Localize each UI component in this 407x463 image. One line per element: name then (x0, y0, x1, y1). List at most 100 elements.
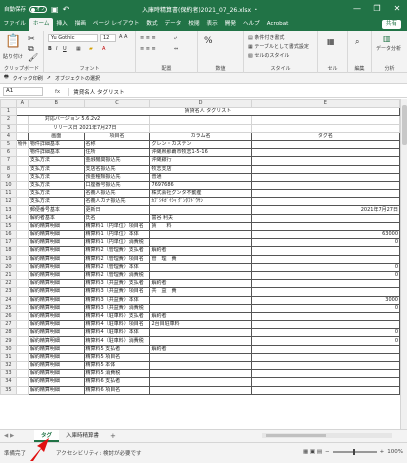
cell-item[interactable]: 精算料1（円単位）消費税 (83, 238, 151, 248)
row-header[interactable]: 2 (0, 115, 17, 125)
tab-help[interactable]: ヘルプ (239, 18, 263, 31)
cell-item[interactable]: 預金種類振込先 (83, 172, 151, 182)
cell-column[interactable]: 管 理 費 (149, 254, 252, 264)
row-header[interactable]: 3 (0, 123, 17, 133)
cell[interactable] (15, 246, 29, 256)
cell[interactable] (15, 164, 29, 174)
header-item[interactable]: 項目名 (83, 131, 151, 141)
row-header[interactable]: 13 (0, 205, 17, 215)
cell-screen[interactable]: 支払方法 (27, 180, 85, 191)
cursor-icon[interactable]: ➚ (47, 75, 51, 81)
tab-review[interactable]: 校閲 (185, 18, 203, 31)
cell[interactable] (15, 287, 29, 297)
cell[interactable] (15, 221, 29, 232)
cell-column[interactable]: 株式会社グンタ不動産 (149, 189, 252, 199)
cell-screen[interactable]: 解約精算明細 (27, 295, 85, 305)
cell-column[interactable] (149, 270, 252, 281)
merge-icon[interactable]: ⇔ (174, 46, 178, 52)
horizontal-scroll-thumb[interactable] (266, 434, 326, 437)
row-header[interactable]: 22 (0, 279, 17, 289)
undo-icon[interactable]: ↶ (63, 5, 70, 14)
fill-color-icon[interactable]: ▰ (89, 46, 93, 52)
save-icon[interactable]: ▣ (51, 5, 59, 14)
restore-button[interactable]: ❐ (367, 0, 387, 18)
cell-screen[interactable]: 物件詳細基本 (27, 148, 85, 158)
row-header[interactable]: 8 (0, 164, 17, 174)
cell-tag[interactable]: 3000 (250, 295, 400, 305)
cell-item[interactable]: 精算料3（共益費）支払者 (83, 279, 151, 289)
row-header[interactable]: 28 (0, 328, 17, 338)
cell-tag[interactable]: 0 (250, 238, 400, 248)
cell-item[interactable]: 氏名 (83, 213, 151, 223)
cell[interactable] (149, 123, 252, 133)
cell-screen[interactable]: 支払方法 (27, 189, 85, 199)
bold-icon[interactable]: B (48, 46, 52, 52)
cell-column[interactable] (149, 303, 252, 313)
row-header[interactable]: 16 (0, 229, 17, 240)
column-header-a[interactable]: A (15, 99, 29, 109)
cell-tag[interactable] (250, 246, 400, 256)
underline-icon[interactable]: U (63, 46, 67, 52)
cell-tag[interactable] (250, 189, 400, 199)
cell[interactable] (15, 360, 29, 371)
cell-tag[interactable]: 0 (250, 328, 400, 338)
cell-tag[interactable] (250, 311, 400, 322)
row-header[interactable]: 5 (0, 139, 17, 150)
sheet-tab-settlement[interactable]: 入庫時精算書 (59, 430, 106, 442)
cell-tag[interactable]: 0 (250, 336, 400, 346)
cell-screen[interactable]: 解約精算明細 (27, 279, 85, 289)
cell-column[interactable]: グレン・カステン (149, 139, 252, 150)
cell-column[interactable]: 解約者 (149, 344, 252, 354)
cell-column[interactable] (149, 377, 252, 387)
cell[interactable] (15, 213, 29, 223)
cell-item[interactable]: 精算料3（共益費）消費税 (83, 303, 151, 313)
cell-item[interactable]: 口座番号振込先 (83, 180, 151, 191)
select-all-corner[interactable] (0, 99, 17, 109)
cell-item[interactable]: 精算料4（駐車料）本体 (83, 328, 151, 338)
cell-column[interactable] (149, 385, 252, 395)
cell[interactable] (15, 336, 29, 346)
fx-icon[interactable]: fx (55, 89, 60, 95)
cell[interactable] (15, 115, 29, 125)
zoom-slider[interactable] (332, 449, 377, 455)
column-header-c[interactable]: C (83, 99, 151, 109)
cell-screen[interactable]: 解約精算明細 (27, 254, 85, 264)
cell-tag[interactable]: 0 (250, 303, 400, 313)
row-header[interactable]: 33 (0, 369, 17, 379)
cell-screen[interactable]: 支払方法 (27, 197, 85, 207)
row-header[interactable]: 12 (0, 197, 17, 207)
cell-item[interactable]: 精算料2（管理費）消費税 (83, 270, 151, 281)
cell-item[interactable]: 精算料5 項目名 (83, 352, 151, 363)
zoom-level[interactable]: 100% (387, 449, 403, 455)
autosave-toggle[interactable]: オフ (29, 5, 48, 13)
row-header[interactable]: 23 (0, 287, 17, 297)
cond-format-button[interactable]: ▤ 条件付き書式 (248, 34, 284, 41)
cell-style-button[interactable]: ▧ セルのスタイル (248, 52, 289, 59)
vertical-scroll-thumb[interactable] (402, 105, 407, 145)
cell-tag[interactable] (250, 385, 400, 395)
cell-tag[interactable] (250, 279, 400, 289)
cell-screen[interactable]: 解約精算明細 (27, 311, 85, 322)
cell[interactable] (15, 279, 29, 289)
cell[interactable] (15, 189, 29, 199)
cell-column[interactable]: 牧志支店 (149, 164, 252, 174)
cell[interactable] (15, 352, 29, 363)
cell-item[interactable]: 精算料2（管理費）本体 (83, 262, 151, 272)
cell[interactable] (15, 148, 29, 158)
cell-column[interactable] (149, 295, 252, 305)
cell-tag[interactable] (250, 139, 400, 150)
autosave-control[interactable]: 自動保存 オフ (4, 5, 48, 13)
cell[interactable] (15, 295, 29, 305)
row-header[interactable]: 29 (0, 336, 17, 346)
cell[interactable] (15, 270, 29, 281)
row-header[interactable]: 7 (0, 156, 17, 166)
cell[interactable] (15, 205, 29, 215)
cell-column[interactable]: 沖縄銀行 (149, 156, 252, 166)
cell-screen[interactable]: 解約精算明細 (27, 270, 85, 281)
cell-item[interactable]: 名称 (83, 139, 151, 150)
cell-column[interactable] (149, 328, 252, 338)
select-object-button[interactable]: オブジェクトの選択 (55, 75, 100, 82)
cell-screen[interactable]: 解約精算明細 (27, 352, 85, 363)
cell-item[interactable]: 精算料6 支払者 (83, 377, 151, 387)
borders-icon[interactable]: ▦ (76, 46, 81, 52)
